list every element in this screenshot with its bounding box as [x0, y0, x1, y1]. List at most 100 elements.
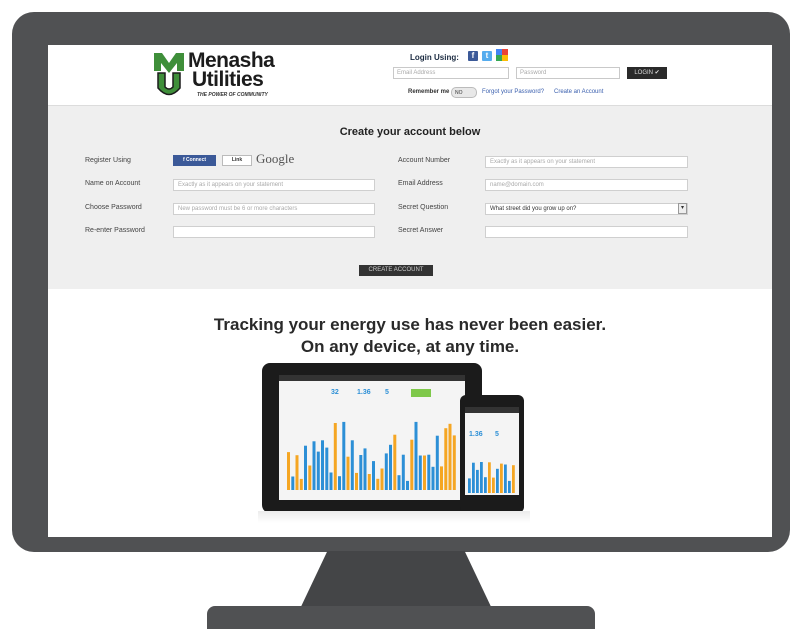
login-button[interactable]: LOGIN ✔: [627, 67, 667, 79]
login-using-label: Login Using:: [410, 53, 459, 62]
login-email-input[interactable]: Email Address: [393, 67, 509, 79]
mini-bar: [472, 462, 475, 493]
monitor-base: [207, 606, 595, 629]
account-number-input[interactable]: Exactly as it appears on your statement: [485, 156, 688, 168]
mini-bar: [500, 463, 503, 493]
mini-bar: [359, 455, 363, 490]
mini-bar: [484, 477, 487, 493]
menasha-utilities-logo[interactable]: Menasha Utilities THE POWER OF COMMUNITY: [152, 49, 292, 99]
promo-headline: Tracking your energy use has never been …: [213, 315, 607, 334]
mini-bar: [452, 435, 456, 490]
mini-bar: [496, 468, 499, 493]
monitor-neck: [298, 551, 494, 613]
tablet-status-badge: [411, 389, 431, 397]
remember-me-toggle[interactable]: NO: [451, 87, 477, 98]
mini-bar: [325, 447, 329, 490]
mini-bar: [488, 462, 491, 493]
email-address-input[interactable]: name@domain.com: [485, 179, 688, 191]
mini-bar: [304, 445, 307, 490]
account-number-label: Account Number: [398, 157, 451, 164]
secret-question-select[interactable]: What street did you grow up on?: [485, 203, 688, 215]
phone-dashboard-screen: 1.36 5: [465, 407, 519, 495]
mini-bar: [492, 477, 495, 493]
mini-bar: [423, 455, 426, 490]
mini-bar: [316, 451, 320, 490]
twitter-icon[interactable]: t: [482, 51, 492, 61]
brand-tagline: THE POWER OF COMMUNITY: [197, 92, 268, 98]
mini-bar: [350, 440, 354, 490]
mini-bar: [321, 440, 324, 490]
mini-bar: [480, 462, 483, 493]
mini-bar: [287, 452, 290, 490]
mini-bar: [329, 472, 333, 490]
mini-bar: [367, 474, 371, 490]
phone-topbar: [465, 407, 519, 413]
mini-bar: [427, 454, 431, 490]
phone-stat-2: 5: [495, 431, 499, 438]
create-account-link[interactable]: Create an Account: [554, 89, 603, 95]
mini-bar: [376, 478, 380, 490]
mini-bar: [291, 476, 295, 490]
google-icon[interactable]: [496, 49, 508, 61]
mini-bar: [333, 423, 337, 490]
secret-question-label: Secret Question: [398, 204, 449, 211]
create-account-section: Create your account below Register Using…: [48, 106, 772, 289]
mini-bar: [372, 461, 375, 490]
mini-bar: [508, 480, 511, 493]
mini-bar: [448, 423, 452, 490]
monitor-frame: Menasha Utilities THE POWER OF COMMUNITY…: [12, 12, 790, 552]
tablet-stat-1: 32: [331, 389, 339, 396]
site-header: Menasha Utilities THE POWER OF COMMUNITY…: [48, 45, 772, 106]
mini-bar: [338, 476, 341, 490]
facebook-connect-button[interactable]: f Connect: [173, 155, 216, 166]
tablet-usage-chart: [287, 421, 456, 490]
name-on-account-input[interactable]: Exactly as it appears on your statement: [173, 179, 375, 191]
monitor-screen: Menasha Utilities THE POWER OF COMMUNITY…: [48, 45, 772, 537]
tablet-stat-2: 1.36: [357, 389, 371, 396]
mini-bar: [363, 448, 367, 490]
mini-bar: [312, 441, 316, 490]
choose-password-input[interactable]: New password must be 6 or more character…: [173, 203, 375, 215]
name-on-account-label: Name on Account: [85, 180, 141, 187]
phone-usage-chart: [468, 462, 515, 493]
login-password-input[interactable]: Password: [516, 67, 620, 79]
mini-bar: [346, 456, 350, 490]
secret-answer-label: Secret Answer: [398, 227, 444, 234]
google-register-button[interactable]: Google: [256, 151, 294, 167]
mini-bar: [308, 465, 312, 490]
mini-bar: [406, 480, 409, 490]
mini-bar: [342, 421, 346, 490]
mini-bar: [295, 455, 299, 490]
create-account-button[interactable]: CREATE ACCOUNT: [359, 265, 433, 276]
choose-password-label: Choose Password: [85, 204, 142, 211]
forgot-password-link[interactable]: Forgot your Password?: [482, 89, 544, 95]
mini-bar: [389, 444, 392, 490]
mini-bar: [504, 464, 507, 493]
chevron-down-icon[interactable]: ▾: [678, 203, 687, 214]
remember-me-label: Remember me: [408, 89, 450, 95]
linkedin-button[interactable]: Link: [222, 155, 252, 166]
mini-bar: [431, 466, 435, 490]
phone-stat-1: 1.36: [469, 431, 483, 438]
phone-device-image: 1.36 5: [460, 395, 524, 513]
mini-bar: [440, 466, 443, 490]
mini-bar: [384, 453, 388, 490]
mini-bar: [512, 465, 515, 493]
reenter-password-label: Re-enter Password: [85, 227, 145, 234]
facebook-icon[interactable]: f: [468, 51, 478, 61]
mini-bar: [397, 475, 401, 490]
promo-subheadline: On any device, at any time.: [300, 337, 520, 356]
mini-bar: [414, 421, 418, 490]
mini-bar: [418, 455, 422, 490]
device-reflection: [258, 511, 530, 523]
brand-name-line2: Utilities: [192, 68, 264, 91]
mini-bar: [355, 472, 358, 490]
mini-bar: [380, 468, 384, 490]
tablet-stat-3: 5: [385, 389, 389, 396]
mini-bar: [401, 454, 405, 490]
mini-bar: [410, 439, 414, 490]
reenter-password-input[interactable]: [173, 226, 375, 238]
mini-bar: [468, 478, 471, 493]
dashboard-topbar: [279, 375, 465, 381]
secret-answer-input[interactable]: [485, 226, 688, 238]
